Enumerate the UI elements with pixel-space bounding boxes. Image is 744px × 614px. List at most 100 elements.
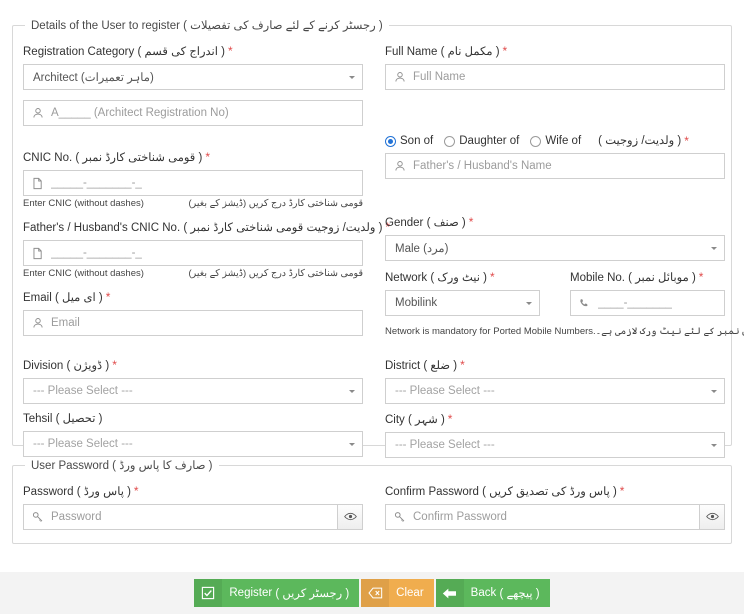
password-input[interactable]: Password: [23, 504, 337, 530]
registration-page: Details of the User to register ( رجسٹر …: [0, 0, 744, 614]
field-full-name: Full Name ( مکمل نام ) * Full Name: [385, 44, 725, 90]
email-label: Email ( ای میل ) *: [23, 290, 363, 305]
registration-category-select[interactable]: Architect (ماہر تعمیرات): [23, 64, 363, 90]
confirm-password-input[interactable]: Confirm Password: [385, 504, 699, 530]
chevron-down-icon: [349, 76, 355, 79]
network-select[interactable]: Mobilink: [385, 290, 540, 316]
clear-button-label: Clear: [389, 579, 433, 607]
cnic-help-en: Enter CNIC (without dashes): [23, 198, 144, 209]
registration-category-label: Registration Category ( اندراج کی قسم ) *: [23, 44, 363, 59]
register-button-label: Register ( رجسٹر کریں ): [222, 579, 359, 607]
user-password-fieldset: User Password ( صارف کا پاس ورڈ ) Passwo…: [12, 458, 732, 544]
full-name-input[interactable]: Full Name: [385, 64, 725, 90]
gender-select[interactable]: Male (مرد): [385, 235, 725, 261]
radio-son-of-label: Son of: [400, 135, 434, 147]
chevron-down-icon: [711, 247, 717, 250]
eye-icon: [343, 508, 357, 526]
gender-label: Gender ( صنف ) *: [385, 215, 725, 230]
register-label-ur: ( رجسٹر کریں ): [275, 588, 350, 600]
tehsil-select[interactable]: --- Please Select ---: [23, 431, 363, 457]
field-registration-category: Registration Category ( اندراج کی قسم ) *…: [23, 44, 363, 90]
chevron-down-icon: [526, 302, 532, 305]
user-details-legend-en: Details of the User to register: [31, 20, 180, 32]
full-name-label-en: Full Name: [385, 46, 438, 58]
father-cnic-input[interactable]: _____-_______-_: [23, 240, 363, 266]
tehsil-label-en: Tehsil: [23, 413, 53, 425]
full-name-label: Full Name ( مکمل نام ) *: [385, 44, 725, 59]
city-label: City ( شہر ) *: [385, 412, 725, 427]
cnic-label: CNIC No. ( قومی شناختی کارڈ نمبر ) *: [23, 150, 363, 165]
radio-wife-of[interactable]: Wife of: [530, 134, 581, 148]
network-help-en: Network is mandatory for Ported Mobile N…: [385, 326, 596, 337]
radio-son-of[interactable]: Son of: [385, 134, 433, 148]
user-password-legend-en: User Password: [31, 460, 109, 472]
network-value: Mobilink: [395, 297, 438, 309]
district-select[interactable]: --- Please Select ---: [385, 378, 725, 404]
user-details-fieldset: Details of the User to register ( رجسٹر …: [12, 18, 744, 458]
field-relation: Son of Daughter of Wife of ( ولدیت/ زوجی…: [385, 134, 725, 179]
cnic-help-ur: قومی شناختی کارڈ درج کریں (ڈیشز کے بغیر): [188, 198, 363, 209]
confirm-password-placeholder: Confirm Password: [413, 511, 507, 523]
document-icon: [30, 176, 45, 190]
toggle-password-visibility-button[interactable]: [337, 504, 363, 530]
division-select[interactable]: --- Please Select ---: [23, 378, 363, 404]
confirm-password-label-en: Confirm Password: [385, 486, 479, 498]
district-label: District ( ضلع ) *: [385, 358, 725, 373]
required-asterisk: *: [227, 44, 233, 58]
chevron-down-icon: [349, 443, 355, 446]
email-label-ur: ( ای میل ): [54, 292, 103, 304]
back-button-label: Back ( پیچھے ): [464, 579, 550, 607]
user-password-legend: User Password ( صارف کا پاس ورڈ ): [25, 458, 219, 472]
required-asterisk: *: [502, 44, 508, 58]
user-icon: [30, 316, 45, 330]
mobile-input[interactable]: ____-_______: [570, 290, 725, 316]
radio-daughter-of[interactable]: Daughter of: [444, 134, 519, 148]
eye-icon: [705, 508, 719, 526]
toggle-confirm-password-visibility-button[interactable]: [699, 504, 725, 530]
gender-label-en: Gender: [385, 217, 424, 229]
cnic-label-ur: ( قومی شناختی کارڈ نمبر ): [75, 152, 203, 164]
network-help-row: Network is mandatory for Ported Mobile N…: [385, 326, 744, 338]
division-label-en: Division: [23, 360, 64, 372]
registration-category-value: Architect (ماہر تعمیرات): [33, 72, 154, 84]
gender-value: Male (مرد): [395, 243, 449, 255]
tehsil-label: Tehsil ( تحصیل ): [23, 412, 363, 426]
clear-button[interactable]: Clear: [361, 579, 434, 607]
network-help: Network is mandatory for Ported Mobile N…: [385, 324, 744, 338]
password-placeholder: Password: [51, 511, 102, 523]
confirm-password-label: Confirm Password ( پاس ورڈ کی تصدیق کریں…: [385, 484, 725, 499]
user-details-legend: Details of the User to register ( رجسٹر …: [25, 18, 389, 32]
email-input[interactable]: Email: [23, 310, 363, 336]
phone-icon: [577, 296, 592, 310]
division-value: --- Please Select ---: [33, 385, 133, 397]
register-button[interactable]: Register ( رجسٹر کریں ): [194, 579, 360, 607]
division-label: Division ( ڈویژن ) *: [23, 358, 363, 373]
registration-no-input[interactable]: A_____ (Architect Registration No): [23, 100, 363, 126]
field-tehsil: Tehsil ( تحصیل ) --- Please Select ---: [23, 412, 363, 457]
field-division: Division ( ڈویژن ) * --- Please Select --…: [23, 358, 363, 404]
chevron-down-icon: [711, 444, 717, 447]
check-square-icon: [194, 579, 223, 607]
user-icon: [30, 106, 45, 120]
required-asterisk: *: [468, 215, 474, 229]
cnic-help: Enter CNIC (without dashes) قومی شناختی …: [23, 198, 363, 210]
user-icon: [392, 70, 407, 84]
father-husband-name-input[interactable]: Father's / Husband's Name: [385, 153, 725, 179]
father-cnic-placeholder: _____-_______-_: [51, 247, 142, 259]
required-asterisk: *: [698, 270, 704, 284]
field-mobile: Mobile No. ( موبائل نمبر ) * ____-_______: [570, 270, 725, 316]
required-asterisk: *: [105, 290, 111, 304]
back-button[interactable]: Back ( پیچھے ): [435, 579, 550, 607]
cnic-input[interactable]: _____-_______-_: [23, 170, 363, 196]
full-name-placeholder: Full Name: [413, 71, 466, 83]
gender-label-ur: ( صنف ): [426, 217, 466, 229]
required-asterisk: *: [490, 270, 495, 284]
field-district: District ( ضلع ) * --- Please Select ---: [385, 358, 725, 404]
erase-icon: [361, 579, 390, 607]
relation-label-ur: ( ولدیت/ زوجیت ): [598, 135, 682, 147]
field-registration-no: A_____ (Architect Registration No): [23, 100, 363, 126]
city-select[interactable]: --- Please Select ---: [385, 432, 725, 458]
mobile-label-ur: ( موبائل نمبر ): [628, 272, 696, 284]
registration-category-label-ur: ( اندراج کی قسم ): [137, 46, 225, 58]
password-input-group: Password: [23, 504, 363, 530]
